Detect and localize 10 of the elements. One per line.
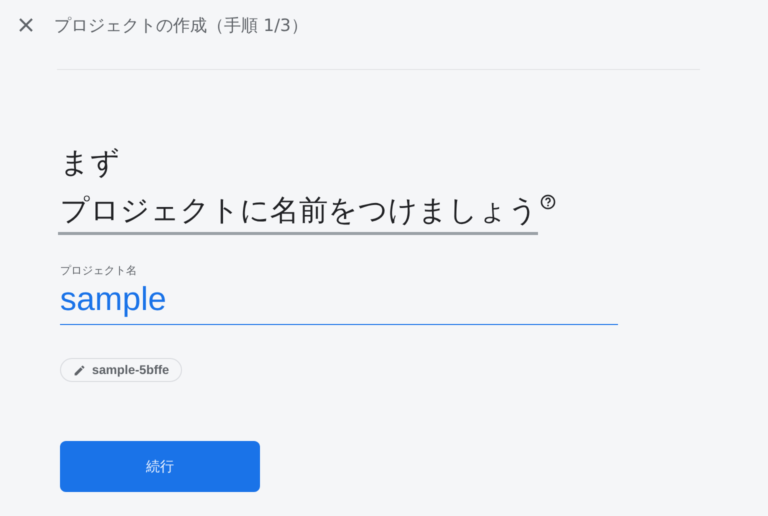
window-title: プロジェクトの作成（手順 1/3） [54,14,308,36]
continue-button[interactable]: 続行 [60,441,260,492]
help-icon[interactable] [540,194,556,210]
field-label: プロジェクト名 [60,263,137,278]
heading: まず [60,144,120,181]
heading: プロジェクトに名前をつけましょう [58,190,538,235]
pencil-icon [73,364,86,376]
project-name-field[interactable]: sample [60,278,618,325]
close-icon [19,18,33,32]
project-id-chip[interactable]: sample-5bffe [60,358,182,382]
